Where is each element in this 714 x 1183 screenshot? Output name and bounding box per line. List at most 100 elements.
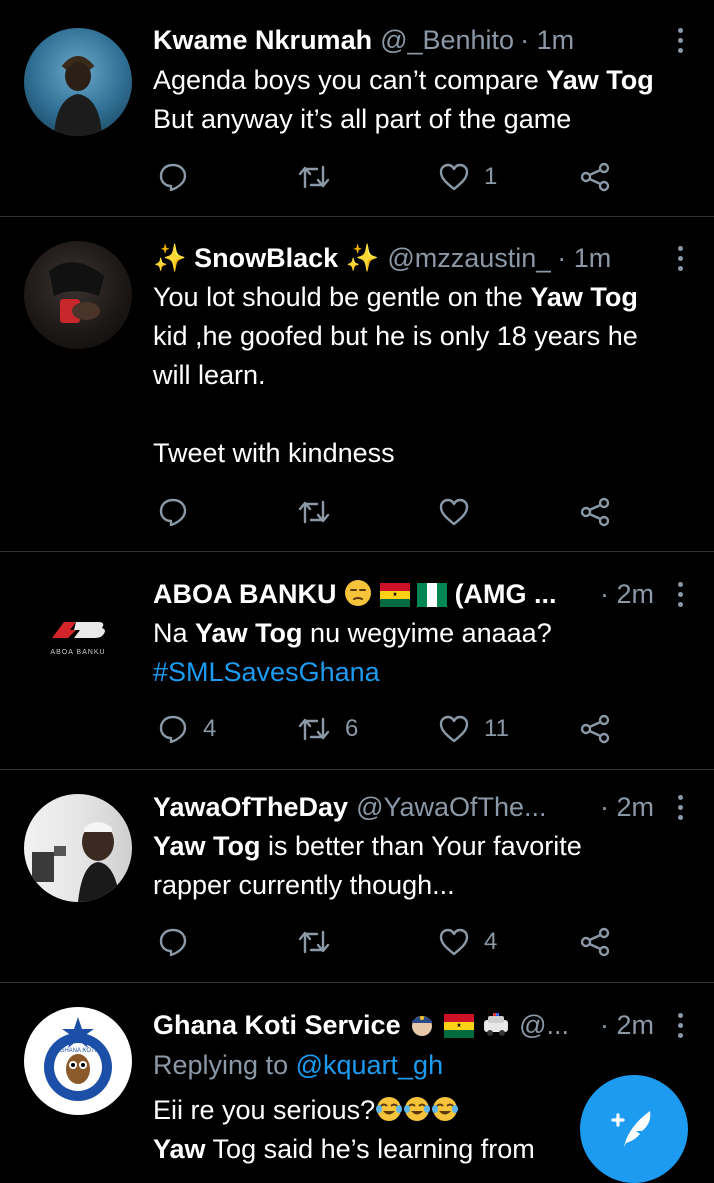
avatar[interactable] [24, 28, 132, 136]
avatar[interactable]: GHANA KOTI [24, 1007, 132, 1115]
tweet-header: Ghana Koti Service @... · 2m [153, 1007, 654, 1043]
unamused-face-emoji [345, 580, 372, 606]
sparkles-emoji: ✨ [153, 243, 187, 273]
tweet-text-line: Agenda boys you can’t compare Yaw Tog [153, 65, 654, 95]
tweet-time: · 1m [520, 25, 575, 55]
author-name[interactable]: Ghana Koti Service [153, 1007, 511, 1043]
more-vertical-icon[interactable] [672, 240, 688, 276]
tweet-text: Na Yaw Tog nu wegyime anaaa? #SMLSavesGh… [153, 614, 696, 692]
author-name[interactable]: ABOA BANKU (AMG ... [153, 576, 557, 612]
share-icon [580, 714, 610, 744]
avatar-logo-text: ABOA BANKU [50, 649, 105, 656]
tweet-actions: 1 [153, 157, 633, 197]
tweet-actions: 4 [153, 922, 633, 962]
share-button[interactable] [579, 157, 611, 197]
tweet-text-line: Tweet with kindness [153, 438, 395, 468]
tweet[interactable]: ✨ SnowBlack ✨ @mzzaustin_ · 1m You lot s… [0, 217, 714, 552]
replying-to: Replying to @kquart_gh [153, 1050, 444, 1080]
like-button[interactable]: 11 [438, 709, 509, 749]
tweet-text: Yaw Tog is better than Your favorite rap… [153, 827, 696, 905]
retweet-button[interactable]: 6 [297, 709, 358, 749]
tweet-time: · 2m [600, 792, 654, 822]
like-count: 1 [484, 163, 498, 190]
share-icon [580, 927, 610, 957]
tweet-text-line: kid ,he goofed but he is only 18 years h… [153, 321, 638, 351]
author-handle[interactable]: @_Benhito [380, 22, 514, 58]
retweet-button[interactable] [297, 922, 331, 962]
tweet-text-line: will learn. [153, 360, 266, 390]
reply-button[interactable]: 4 [157, 709, 216, 749]
hashtag-link[interactable]: #SMLSavesGhana [153, 653, 696, 692]
tweet-text: You lot should be gentle on the Yaw Tog … [153, 278, 696, 473]
sparkles-emoji: ✨ [345, 243, 380, 273]
retweet-icon [298, 165, 330, 189]
retweet-icon [298, 500, 330, 524]
avatar-logo-text: GHANA KOTI [60, 1048, 97, 1054]
author-handle[interactable]: @... [519, 1007, 569, 1043]
share-icon [580, 497, 610, 527]
tweet[interactable]: ABOA BANKU ABOA BANKU (AMG ... · 2m Na Y… [0, 552, 714, 770]
like-count: 4 [484, 928, 498, 955]
tweet-header: YawaOfTheDay @YawaOfThe... · 2m [153, 789, 654, 825]
avatar[interactable] [24, 794, 132, 902]
like-button[interactable]: 4 [438, 922, 497, 962]
compose-tweet-icon [611, 1111, 651, 1147]
author-handle[interactable]: @YawaOfThe... [356, 789, 546, 825]
retweet-icon [298, 930, 330, 954]
like-button[interactable] [438, 492, 470, 532]
retweet-count: 6 [345, 715, 359, 742]
reply-button[interactable] [157, 157, 189, 197]
reply-button[interactable] [157, 922, 189, 962]
author-name[interactable]: YawaOfTheDay [153, 789, 348, 825]
compose-tweet-button[interactable] [580, 1075, 688, 1183]
avatar[interactable] [24, 241, 132, 349]
tweet-text-line: Yaw Tog is better than Your favorite [153, 831, 582, 861]
reply-icon [159, 928, 187, 957]
replying-to-handle[interactable]: @kquart_gh [296, 1050, 444, 1080]
retweet-icon [298, 717, 330, 741]
tweet-header: Kwame Nkrumah @_Benhito · 1m [153, 22, 654, 58]
retweet-button[interactable] [297, 492, 331, 532]
tweet-actions: 4 6 11 [153, 709, 633, 749]
tweet-text-line [153, 395, 696, 434]
more-vertical-icon[interactable] [672, 22, 688, 58]
nigeria-flag-emoji [417, 583, 448, 607]
reply-icon [159, 715, 187, 744]
heart-icon [439, 715, 469, 743]
tweet-text-line: rapper currently though... [153, 870, 455, 900]
tweet-text-line: But anyway it’s all part of the game [153, 104, 572, 134]
tweet-header: ABOA BANKU (AMG ... · 2m [153, 576, 654, 612]
tweet-text-line: Na Yaw Tog nu wegyime anaaa? [153, 618, 552, 648]
tears-of-joy-emoji [375, 1095, 459, 1125]
like-button[interactable]: 1 [438, 157, 497, 197]
more-vertical-icon[interactable] [672, 576, 688, 612]
heart-icon [439, 928, 469, 956]
tweet-actions [153, 492, 633, 532]
retweet-button[interactable] [297, 157, 345, 197]
tweet[interactable]: Kwame Nkrumah @_Benhito · 1m Agenda boys… [0, 0, 714, 217]
police-car-emoji [484, 1013, 509, 1036]
share-button[interactable] [579, 709, 611, 749]
tweet-time: · 1m [557, 243, 612, 273]
author-handle[interactable]: @mzzaustin_ [387, 240, 551, 276]
more-vertical-icon[interactable] [672, 1007, 688, 1043]
author-name[interactable]: Kwame Nkrumah [153, 22, 372, 58]
tweet-time: · 2m [600, 1010, 654, 1040]
share-button[interactable] [579, 922, 611, 962]
ghana-flag-emoji [379, 583, 410, 607]
heart-icon [439, 163, 469, 191]
share-icon [580, 162, 610, 192]
avatar[interactable]: ABOA BANKU [24, 576, 132, 684]
more-vertical-icon[interactable] [672, 789, 688, 825]
reply-button[interactable] [157, 492, 189, 532]
author-name[interactable]: ✨ SnowBlack ✨ [153, 240, 379, 276]
like-count: 11 [484, 715, 509, 742]
tweet-header: ✨ SnowBlack ✨ @mzzaustin_ · 1m [153, 240, 654, 276]
police-officer-emoji [412, 1016, 433, 1036]
share-button[interactable] [579, 492, 611, 532]
ghana-flag-emoji [443, 1014, 474, 1038]
tweet[interactable]: YawaOfTheDay @YawaOfThe... · 2m Yaw Tog … [0, 770, 714, 983]
author-name-suffix: (AMG ... [454, 579, 557, 609]
heart-icon [439, 498, 469, 526]
tweet-time: · 2m [600, 579, 654, 609]
